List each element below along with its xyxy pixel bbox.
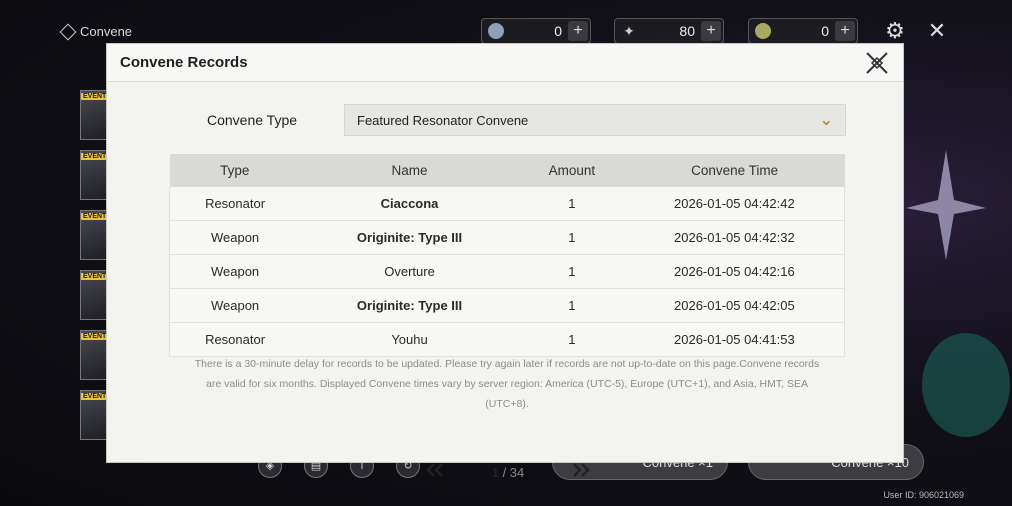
decorative-splash-icon bbox=[922, 333, 1010, 437]
table-row: Weapon Originite: Type III 1 2026-01-05 … bbox=[169, 220, 845, 255]
cell-time: 2026-01-05 04:42:32 bbox=[624, 220, 845, 255]
convene-type-dropdown[interactable]: Featured Resonator Convene ⌄ bbox=[344, 104, 846, 136]
cell-type: Weapon bbox=[169, 254, 301, 289]
lunite-icon: ✦ bbox=[623, 23, 635, 39]
cell-amount: 1 bbox=[518, 187, 625, 221]
cell-amount: 1 bbox=[518, 220, 625, 255]
modal-close-button[interactable] bbox=[865, 51, 889, 75]
cell-amount: 1 bbox=[518, 254, 625, 289]
currency-astrite: 0 + bbox=[481, 18, 591, 44]
next-page-button[interactable] bbox=[569, 461, 593, 484]
records-notice: There is a 30-minute delay for records t… bbox=[194, 358, 820, 410]
cell-type: Resonator bbox=[169, 187, 301, 221]
cell-type: Weapon bbox=[169, 288, 301, 323]
modal-title: Convene Records bbox=[120, 54, 248, 71]
column-header-type: Type bbox=[169, 154, 301, 187]
table-row: Resonator Ciaccona 1 2026-01-05 04:42:42 bbox=[169, 187, 845, 221]
pagination: 1 / 34 bbox=[423, 461, 593, 484]
add-currency-button[interactable]: + bbox=[835, 21, 855, 41]
cell-type: Resonator bbox=[169, 322, 301, 357]
currency-tide: 0 + bbox=[748, 18, 858, 44]
close-icon[interactable]: ✕ bbox=[924, 18, 950, 44]
double-chevron-left-icon bbox=[426, 463, 443, 477]
cell-name: Ciaccona bbox=[300, 187, 519, 221]
cell-type: Weapon bbox=[169, 220, 301, 255]
prev-page-button[interactable] bbox=[423, 461, 447, 484]
currency-lunite: ✦ 80 + bbox=[614, 18, 724, 44]
cell-time: 2026-01-05 04:42:42 bbox=[624, 187, 845, 221]
currency-value: 0 bbox=[554, 23, 562, 39]
user-id: User ID: 906021069 bbox=[883, 490, 964, 500]
double-chevron-right-icon bbox=[573, 463, 590, 477]
page-indicator: 1 / 34 bbox=[492, 465, 525, 480]
currency-value: 80 bbox=[679, 23, 695, 39]
close-icon bbox=[866, 52, 888, 74]
cell-time: 2026-01-05 04:41:53 bbox=[624, 322, 845, 357]
convene-type-value: Featured Resonator Convene bbox=[357, 112, 529, 128]
add-currency-button[interactable]: + bbox=[701, 21, 721, 41]
currency-value: 0 bbox=[821, 23, 829, 39]
astrite-icon bbox=[488, 23, 504, 39]
modal-body: Convene Type Featured Resonator Convene … bbox=[107, 82, 903, 480]
tide-icon bbox=[755, 23, 771, 39]
column-header-amount: Amount bbox=[518, 154, 625, 187]
table-row: Weapon Overture 1 2026-01-05 04:42:16 bbox=[169, 254, 845, 289]
cell-name: Youhu bbox=[300, 322, 519, 357]
settings-gear-icon[interactable]: ⚙ bbox=[882, 18, 908, 44]
convene-records-modal: Convene Records Convene Type Featured Re… bbox=[106, 43, 904, 480]
cell-name: Originite: Type III bbox=[300, 288, 519, 323]
cell-time: 2026-01-05 04:42:16 bbox=[624, 254, 845, 289]
current-page: 1 bbox=[491, 465, 499, 480]
convene-type-row: Convene Type Featured Resonator Convene … bbox=[207, 104, 846, 136]
cell-amount: 1 bbox=[518, 288, 625, 323]
cell-time: 2026-01-05 04:42:05 bbox=[624, 288, 845, 323]
records-table: Type Name Amount Convene Time Resonator … bbox=[169, 154, 845, 357]
chevron-down-icon: ⌄ bbox=[819, 112, 833, 129]
cell-name: Overture bbox=[300, 254, 519, 289]
cell-amount: 1 bbox=[518, 322, 625, 357]
cell-name: Originite: Type III bbox=[300, 220, 519, 255]
add-currency-button[interactable]: + bbox=[568, 21, 588, 41]
total-pages: / 34 bbox=[502, 465, 525, 480]
column-header-name: Name bbox=[300, 154, 519, 187]
table-header-row: Type Name Amount Convene Time bbox=[169, 154, 845, 187]
column-header-time: Convene Time bbox=[624, 154, 845, 187]
page-title: Convene bbox=[59, 23, 133, 40]
modal-header: Convene Records bbox=[107, 44, 903, 82]
decorative-star-icon bbox=[906, 150, 986, 260]
table-row: Weapon Originite: Type III 1 2026-01-05 … bbox=[169, 288, 845, 323]
page-title-text: Convene bbox=[80, 24, 133, 39]
convene-type-label: Convene Type bbox=[207, 112, 298, 128]
convene-gem-icon bbox=[59, 23, 77, 40]
table-row: Resonator Youhu 1 2026-01-05 04:41:53 bbox=[169, 322, 845, 357]
